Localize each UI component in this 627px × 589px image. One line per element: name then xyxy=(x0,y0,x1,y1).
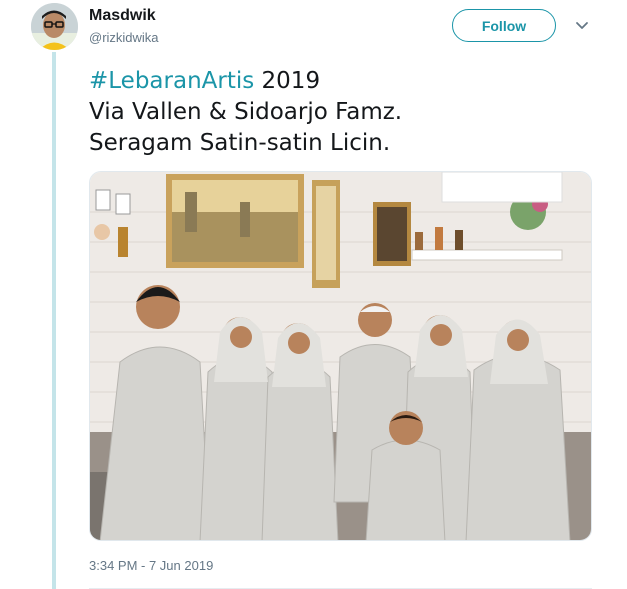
follow-button[interactable]: Follow xyxy=(452,9,556,42)
chevron-down-icon[interactable] xyxy=(574,17,590,33)
tweet-timestamp[interactable]: 3:34 PM - 7 Jun 2019 xyxy=(89,558,213,573)
author-handle[interactable]: @rizkidwika xyxy=(89,30,159,45)
tweet-year: 2019 xyxy=(254,68,321,94)
tweet-text: #LebaranArtis 2019 Via Vallen & Sidoarjo… xyxy=(89,66,609,159)
family-photo-image xyxy=(90,172,591,540)
hashtag-link[interactable]: #LebaranArtis xyxy=(89,68,254,94)
thread-line xyxy=(52,52,56,589)
tweet-photo[interactable] xyxy=(89,171,592,541)
avatar-image xyxy=(31,3,78,50)
tweet-line-3: Seragam Satin-satin Licin. xyxy=(89,130,391,156)
tweet-line-2: Via Vallen & Sidoarjo Famz. xyxy=(89,99,403,125)
author-name[interactable]: Masdwik xyxy=(89,7,156,25)
tweet-line-1: #LebaranArtis 2019 xyxy=(89,66,609,97)
avatar[interactable] xyxy=(31,3,78,50)
